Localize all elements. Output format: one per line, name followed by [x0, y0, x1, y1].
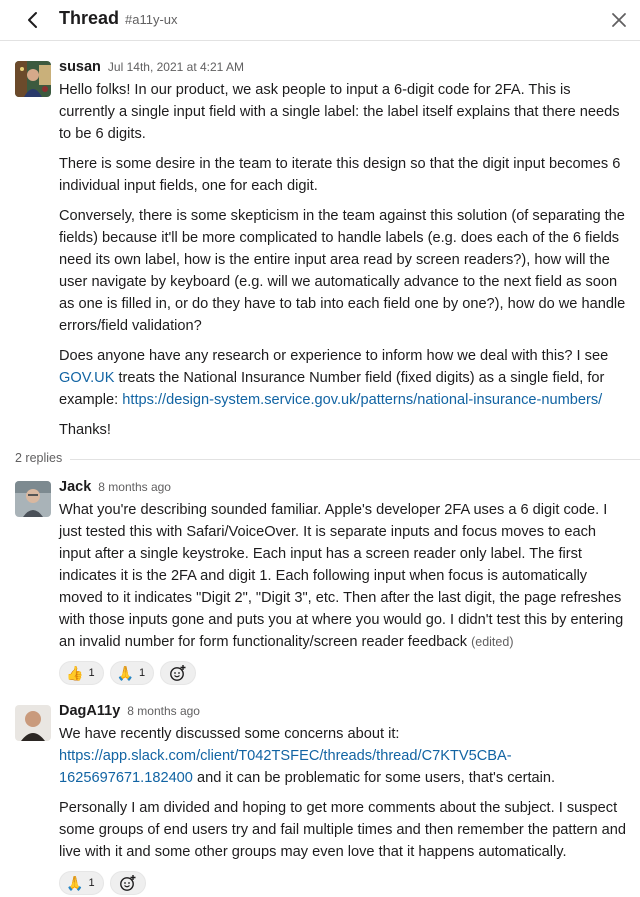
- thumbs-up-icon: 👍: [66, 665, 84, 681]
- reactions-bar: 👍 1 🙏 1: [59, 661, 630, 685]
- reaction-pray[interactable]: 🙏 1: [109, 661, 155, 685]
- author-name[interactable]: Jack: [59, 479, 91, 495]
- message-paragraph: What you're describing sounded familiar.…: [59, 499, 630, 653]
- pray-icon: 🙏: [116, 665, 134, 681]
- replies-divider: 2 replies: [0, 449, 640, 469]
- add-reaction-button[interactable]: [160, 661, 197, 685]
- message-paragraph: Hello folks! In our product, we ask peop…: [59, 82, 620, 142]
- paragraph-text: Does anyone have any research or experie…: [59, 348, 609, 364]
- add-reaction-icon: [170, 665, 186, 681]
- pray-icon: 🙏: [66, 875, 84, 891]
- thread-header: Thread #a11y-ux: [0, 0, 640, 41]
- avatar[interactable]: [15, 481, 51, 517]
- close-icon: [612, 13, 626, 27]
- author-name[interactable]: susan: [59, 59, 101, 75]
- timestamp[interactable]: 8 months ago: [127, 704, 200, 718]
- reaction-pray[interactable]: 🙏 1: [59, 871, 104, 895]
- reaction-count: 1: [88, 667, 95, 679]
- message-susan: susan Jul 14th, 2021 at 4:21 AM Hello fo…: [0, 59, 640, 441]
- message-paragraph: Does anyone have any research or experie…: [59, 345, 630, 411]
- paragraph-text: What you're describing sounded familiar.…: [59, 502, 624, 650]
- message-paragraph: Personally I am divided and hoping to ge…: [59, 800, 627, 860]
- reaction-thumbs-up[interactable]: 👍 1: [59, 661, 104, 685]
- paragraph-text: and it can be problematic for some users…: [192, 770, 556, 786]
- reaction-count: 1: [88, 877, 95, 889]
- design-system-link[interactable]: https://design-system.service.gov.uk/pat…: [122, 392, 602, 408]
- message-paragraph: We have recently discussed some concerns…: [59, 723, 630, 789]
- message-jack: Jack 8 months ago What you're describing…: [0, 479, 640, 685]
- message-dagally: DagA11y 8 months ago We have recently di…: [0, 703, 640, 895]
- edited-label: (edited): [471, 635, 514, 649]
- avatar[interactable]: [15, 705, 51, 741]
- thread-title: Thread: [59, 8, 120, 28]
- message-paragraph: Thanks!: [59, 422, 111, 438]
- paragraph-text: We have recently discussed some concerns…: [59, 726, 400, 742]
- message-paragraph: There is some desire in the team to iter…: [59, 156, 621, 194]
- channel-name[interactable]: #a11y-ux: [125, 12, 178, 27]
- add-reaction-button[interactable]: [109, 871, 146, 895]
- govuk-link[interactable]: GOV.UK: [59, 370, 114, 386]
- chevron-left-icon: [28, 12, 37, 28]
- reactions-bar: 🙏 1: [59, 871, 630, 895]
- avatar[interactable]: [15, 61, 51, 97]
- add-reaction-icon: [119, 875, 136, 891]
- replies-count: 2 replies: [15, 451, 71, 465]
- message-paragraph: Conversely, there is some skepticism in …: [59, 208, 626, 334]
- timestamp[interactable]: 8 months ago: [98, 480, 171, 494]
- back-button[interactable]: [20, 7, 46, 33]
- author-name[interactable]: DagA11y: [59, 703, 120, 719]
- reaction-count: 1: [139, 667, 146, 679]
- close-button[interactable]: [606, 7, 632, 33]
- divider-line: [15, 459, 640, 460]
- timestamp[interactable]: Jul 14th, 2021 at 4:21 AM: [108, 60, 244, 74]
